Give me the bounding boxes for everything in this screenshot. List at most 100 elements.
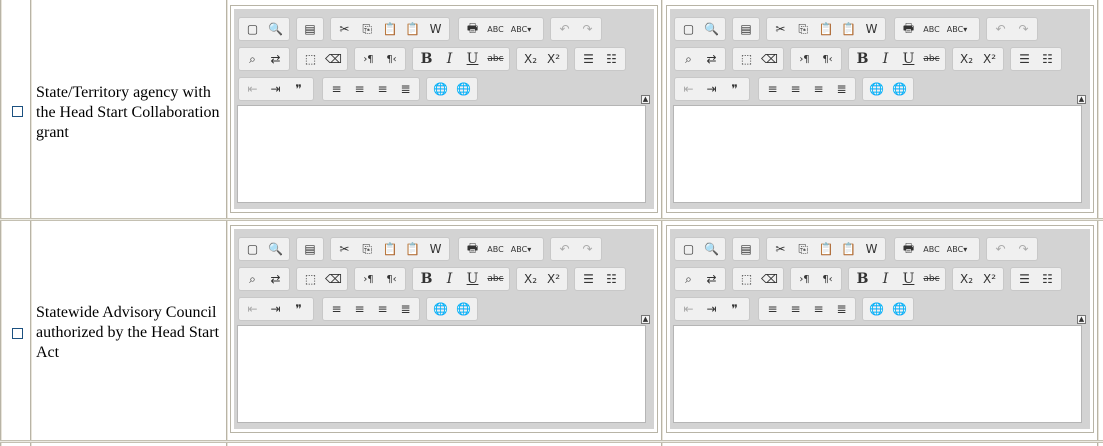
paste-word-icon[interactable]: W <box>424 19 447 39</box>
spellcheck-icon[interactable]: ABC <box>484 19 507 39</box>
underline-icon[interactable]: U <box>897 269 920 289</box>
scayt-icon[interactable]: ABC▾ <box>943 239 971 259</box>
align-right-icon[interactable]: ≡ <box>807 79 830 99</box>
find-icon[interactable]: ⌕ <box>241 269 264 289</box>
editor-content-area[interactable] <box>237 105 646 203</box>
subscript-icon[interactable]: X₂ <box>519 49 542 69</box>
underline-icon[interactable]: U <box>461 49 484 69</box>
unlink-icon[interactable]: 🌐 <box>888 79 911 99</box>
link-icon[interactable]: 🌐 <box>429 79 452 99</box>
align-center-icon[interactable]: ≡ <box>784 79 807 99</box>
select-all-icon[interactable]: ⬚ <box>735 269 758 289</box>
outdent-icon[interactable]: ⇤ <box>677 79 700 99</box>
rtl-icon[interactable]: ¶‹ <box>380 269 403 289</box>
align-center-icon[interactable]: ≡ <box>348 299 371 319</box>
paste-word-icon[interactable]: W <box>860 19 883 39</box>
redo-icon[interactable]: ↷ <box>1012 239 1035 259</box>
rich-text-editor[interactable]: ▢ 🔍 ▤ ✂ ⎘ 📋 📋 W 🖶 ABC ABC▾ ↶ ↷ ⌕ ⇄ ⬚ ⌫ ›… <box>230 225 658 433</box>
spellcheck-icon[interactable]: ABC <box>920 239 943 259</box>
replace-icon[interactable]: ⇄ <box>264 269 287 289</box>
remove-format-icon[interactable]: ⌫ <box>322 49 345 69</box>
subscript-icon[interactable]: X₂ <box>519 269 542 289</box>
paste-icon[interactable]: 📋 <box>379 19 402 39</box>
replace-icon[interactable]: ⇄ <box>700 49 723 69</box>
rich-text-editor[interactable]: ▢ 🔍 ▤ ✂ ⎘ 📋 📋 W 🖶 ABC ABC▾ ↶ ↷ ⌕ ⇄ ⬚ ⌫ ›… <box>666 225 1094 433</box>
paste-icon[interactable]: 📋 <box>815 19 838 39</box>
subscript-icon[interactable]: X₂ <box>955 269 978 289</box>
find-icon[interactable]: ⌕ <box>677 49 700 69</box>
outdent-icon[interactable]: ⇤ <box>241 79 264 99</box>
strike-icon[interactable]: abc <box>484 269 507 289</box>
cut-icon[interactable]: ✂ <box>769 19 792 39</box>
scayt-icon[interactable]: ABC▾ <box>507 19 535 39</box>
collapse-toolbar-icon[interactable]: ▲ <box>1077 315 1086 324</box>
bold-icon[interactable]: B <box>851 269 874 289</box>
justify-icon[interactable]: ≣ <box>394 79 417 99</box>
italic-icon[interactable]: I <box>438 269 461 289</box>
editor-content-area[interactable] <box>673 325 1082 423</box>
rtl-icon[interactable]: ¶‹ <box>816 49 839 69</box>
cut-icon[interactable]: ✂ <box>333 239 356 259</box>
collapse-toolbar-icon[interactable]: ▲ <box>1077 95 1086 104</box>
outdent-icon[interactable]: ⇤ <box>241 299 264 319</box>
preview-icon[interactable]: 🔍 <box>264 239 287 259</box>
rich-text-editor[interactable]: ▢ 🔍 ▤ ✂ ⎘ 📋 📋 W 🖶 ABC ABC▾ ↶ ↷ ⌕ ⇄ ⬚ ⌫ ›… <box>666 5 1094 213</box>
indent-icon[interactable]: ⇥ <box>264 299 287 319</box>
strike-icon[interactable]: abc <box>484 49 507 69</box>
templates-icon[interactable]: ▤ <box>735 19 757 39</box>
find-icon[interactable]: ⌕ <box>241 49 264 69</box>
bold-icon[interactable]: B <box>851 49 874 69</box>
bulleted-list-icon[interactable]: ☷ <box>600 49 623 69</box>
paste-word-icon[interactable]: W <box>424 239 447 259</box>
numbered-list-icon[interactable]: ☰ <box>577 269 600 289</box>
blockquote-icon[interactable]: ❞ <box>723 299 746 319</box>
print-icon[interactable]: 🖶 <box>461 19 484 39</box>
ltr-icon[interactable]: ›¶ <box>357 49 380 69</box>
new-page-icon[interactable]: ▢ <box>241 239 264 259</box>
unlink-icon[interactable]: 🌐 <box>452 79 475 99</box>
remove-format-icon[interactable]: ⌫ <box>322 269 345 289</box>
justify-icon[interactable]: ≣ <box>830 299 853 319</box>
paste-text-icon[interactable]: 📋 <box>401 239 424 259</box>
superscript-icon[interactable]: X² <box>542 269 565 289</box>
link-icon[interactable]: 🌐 <box>429 299 452 319</box>
subscript-icon[interactable]: X₂ <box>955 49 978 69</box>
paste-text-icon[interactable]: 📋 <box>837 19 860 39</box>
paste-icon[interactable]: 📋 <box>379 239 402 259</box>
justify-icon[interactable]: ≣ <box>830 79 853 99</box>
bulleted-list-icon[interactable]: ☷ <box>1036 269 1059 289</box>
paste-text-icon[interactable]: 📋 <box>837 239 860 259</box>
align-left-icon[interactable]: ≡ <box>761 299 784 319</box>
numbered-list-icon[interactable]: ☰ <box>577 49 600 69</box>
select-all-icon[interactable]: ⬚ <box>299 49 322 69</box>
redo-icon[interactable]: ↷ <box>576 19 599 39</box>
paste-icon[interactable]: 📋 <box>815 239 838 259</box>
collapse-toolbar-icon[interactable]: ▲ <box>641 315 650 324</box>
blockquote-icon[interactable]: ❞ <box>287 79 310 99</box>
ltr-icon[interactable]: ›¶ <box>357 269 380 289</box>
superscript-icon[interactable]: X² <box>978 269 1001 289</box>
superscript-icon[interactable]: X² <box>978 49 1001 69</box>
find-icon[interactable]: ⌕ <box>677 269 700 289</box>
bulleted-list-icon[interactable]: ☷ <box>1036 49 1059 69</box>
rtl-icon[interactable]: ¶‹ <box>816 269 839 289</box>
redo-icon[interactable]: ↷ <box>576 239 599 259</box>
row-checkbox[interactable] <box>12 328 23 339</box>
link-icon[interactable]: 🌐 <box>865 79 888 99</box>
align-center-icon[interactable]: ≡ <box>348 79 371 99</box>
align-left-icon[interactable]: ≡ <box>761 79 784 99</box>
row-checkbox[interactable] <box>12 106 23 117</box>
align-right-icon[interactable]: ≡ <box>371 299 394 319</box>
copy-icon[interactable]: ⎘ <box>356 19 379 39</box>
undo-icon[interactable]: ↶ <box>553 239 576 259</box>
undo-icon[interactable]: ↶ <box>553 19 576 39</box>
blockquote-icon[interactable]: ❞ <box>287 299 310 319</box>
replace-icon[interactable]: ⇄ <box>264 49 287 69</box>
templates-icon[interactable]: ▤ <box>299 19 321 39</box>
templates-icon[interactable]: ▤ <box>299 239 321 259</box>
copy-icon[interactable]: ⎘ <box>356 239 379 259</box>
align-center-icon[interactable]: ≡ <box>784 299 807 319</box>
paste-word-icon[interactable]: W <box>860 239 883 259</box>
scayt-icon[interactable]: ABC▾ <box>943 19 971 39</box>
indent-icon[interactable]: ⇥ <box>700 299 723 319</box>
